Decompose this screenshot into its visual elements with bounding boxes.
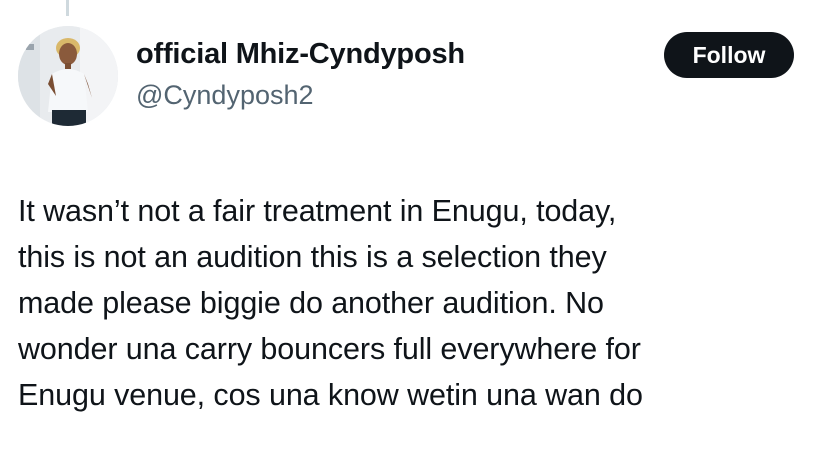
tweet-text: It wasn’t not a fair treatment in Enugu,… [18, 194, 643, 412]
author-display-name[interactable]: official Mhiz-Cyndyposh [136, 36, 465, 72]
avatar[interactable] [18, 26, 118, 126]
thread-connector-line [66, 0, 69, 16]
follow-button[interactable]: Follow [664, 32, 794, 78]
profile-photo-icon [18, 26, 118, 126]
author-handle[interactable]: @Cyndyposh2 [136, 78, 465, 112]
author-info: official Mhiz-Cyndyposh @Cyndyposh2 [136, 36, 465, 112]
